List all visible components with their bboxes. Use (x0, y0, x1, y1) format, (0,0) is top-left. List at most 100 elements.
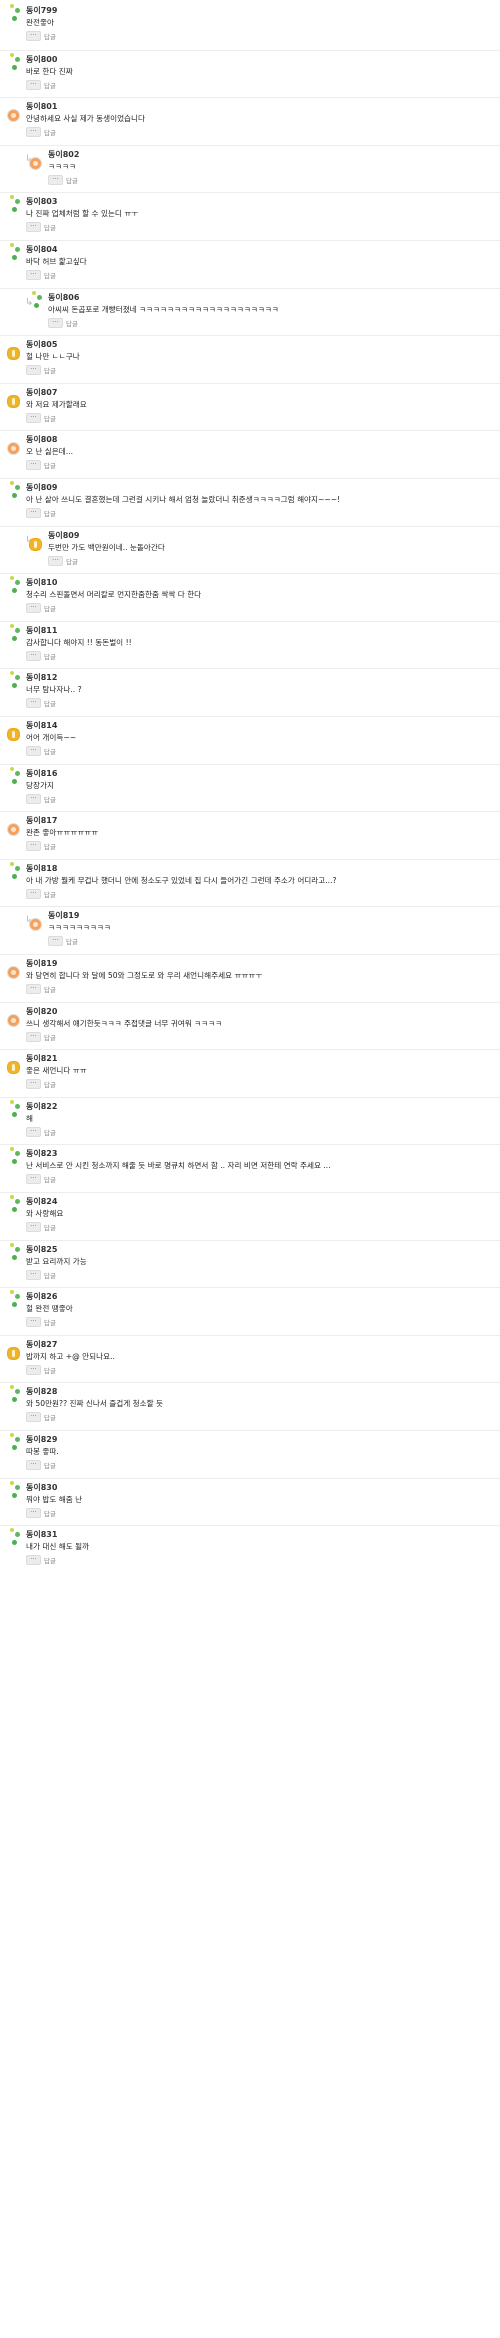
reply-button[interactable]: 답글 (44, 1079, 56, 1089)
more-options-button[interactable]: ··· (26, 698, 41, 708)
avatar-dot (15, 1294, 20, 1299)
more-options-button[interactable]: ··· (26, 1174, 41, 1184)
comment-author: 동이816 (26, 769, 58, 778)
avatar-dot (15, 675, 20, 680)
reply-button[interactable]: 답글 (44, 222, 56, 232)
reply-button[interactable]: 답글 (44, 1222, 56, 1232)
avatar-dot (15, 866, 20, 871)
reply-button[interactable]: 답글 (66, 556, 78, 566)
more-options-button[interactable]: ··· (26, 80, 41, 90)
more-options-button[interactable]: ··· (26, 413, 41, 423)
more-options-button[interactable]: ··· (48, 556, 63, 566)
reply-button[interactable]: 답글 (44, 1032, 56, 1042)
avatar-dot (12, 1159, 17, 1164)
reply-button[interactable]: 답글 (44, 365, 56, 375)
reply-button[interactable]: 답글 (44, 127, 56, 137)
reply-button[interactable]: 답글 (44, 1508, 56, 1518)
more-options-button[interactable]: ··· (26, 841, 41, 851)
reply-button[interactable]: 답글 (44, 651, 56, 661)
reply-button[interactable]: 답글 (44, 508, 56, 518)
more-options-button[interactable]: ··· (26, 1317, 41, 1327)
comment-item: 동이799 완전좋아 ··· 답글 (0, 2, 500, 50)
more-options-button[interactable]: ··· (26, 603, 41, 613)
more-options-button[interactable]: ··· (26, 651, 41, 661)
more-options-button[interactable]: ··· (26, 1127, 41, 1137)
avatar-dot (32, 291, 36, 295)
comment-author: 동이819 (48, 911, 80, 920)
reply-button[interactable]: 답글 (44, 1460, 56, 1470)
reply-button[interactable]: 답글 (44, 841, 56, 851)
reply-button[interactable]: 답글 (44, 889, 56, 899)
comment-author: 동이820 (26, 1007, 58, 1016)
more-options-button[interactable]: ··· (26, 1270, 41, 1280)
comment-author: 동이810 (26, 578, 58, 587)
reply-button[interactable]: 답글 (44, 31, 56, 41)
reply-button[interactable]: 답글 (44, 984, 56, 994)
reply-button[interactable]: 답글 (66, 318, 78, 328)
reply-button[interactable]: 답글 (44, 1174, 56, 1184)
more-options-button[interactable]: ··· (48, 175, 63, 185)
reply-button[interactable]: 답글 (44, 794, 56, 804)
more-options-button[interactable]: ··· (26, 365, 41, 375)
more-options-button[interactable]: ··· (48, 318, 63, 328)
avatar-dot (12, 1397, 17, 1402)
more-options-button[interactable]: ··· (26, 1079, 41, 1089)
avatar-dot (15, 628, 20, 633)
comment-text: 어어 개이득~~ (26, 733, 77, 742)
more-options-button[interactable]: ··· (26, 1222, 41, 1232)
reply-button[interactable]: 답글 (66, 175, 78, 185)
comment-text: 아 내 가방 뭘케 무겁나 했더니 안에 청소도구 있었네 집 다시 들어가긴 … (26, 876, 337, 885)
avatar-dot (10, 1100, 14, 1104)
more-options-button[interactable]: ··· (48, 936, 63, 946)
reply-button[interactable]: 답글 (44, 1365, 56, 1375)
reply-button[interactable]: 답글 (44, 460, 56, 470)
comment-item: 동이831 내가 대신 해도 될까 ··· 답글 (0, 1525, 500, 1574)
comment-text: 완존 좋아ㅠㅠㅠㅠㅠㅠ (26, 828, 99, 837)
more-options-button[interactable]: ··· (26, 31, 41, 41)
more-options-button[interactable]: ··· (26, 889, 41, 899)
more-options-button[interactable]: ··· (26, 508, 41, 518)
comment-author: 동이805 (26, 340, 58, 349)
reply-button[interactable]: 답글 (44, 698, 56, 708)
comment-author: 동이800 (26, 55, 58, 64)
more-options-button[interactable]: ··· (26, 1032, 41, 1042)
comment-author: 동이827 (26, 1340, 58, 1349)
comment-item: 동이816 당장가지 ··· 답글 (0, 764, 500, 813)
avatar-dot (10, 1243, 14, 1247)
more-options-button[interactable]: ··· (26, 1460, 41, 1470)
comment-item: 동이810 청수리 스핀돌면서 머리칼로 먼지한줌한줌 싹싹 다 한다 ··· 답글 (0, 573, 500, 622)
comment-item: 동이800 바로 한다 진짜 ··· 답글 (0, 50, 500, 99)
comment-author: 동이830 (26, 1483, 58, 1492)
more-options-button[interactable]: ··· (26, 1365, 41, 1375)
reply-button[interactable]: 답글 (44, 603, 56, 613)
reply-button[interactable]: 답글 (44, 1412, 56, 1422)
more-options-button[interactable]: ··· (26, 127, 41, 137)
more-options-button[interactable]: ··· (26, 984, 41, 994)
more-options-button[interactable]: ··· (26, 460, 41, 470)
comment-author: 동이799 (26, 6, 58, 15)
reply-button[interactable]: 답글 (66, 936, 78, 946)
avatar-dot (15, 771, 20, 776)
reply-button[interactable]: 답글 (44, 1270, 56, 1280)
more-options-button[interactable]: ··· (26, 222, 41, 232)
reply-button[interactable]: 답글 (44, 413, 56, 423)
more-options-button[interactable]: ··· (26, 1555, 41, 1565)
reply-button[interactable]: 답글 (44, 1317, 56, 1327)
reply-button[interactable]: 답글 (44, 270, 56, 280)
more-options-button[interactable]: ··· (26, 746, 41, 756)
comment-text: 바닥 허브 핥고싶다 (26, 257, 87, 266)
avatar-dot (34, 303, 39, 308)
reply-button[interactable]: 답글 (44, 80, 56, 90)
comment-item: 동이824 와 사랑해요 ··· 답글 (0, 1192, 500, 1241)
reply-button[interactable]: 답글 (44, 1127, 56, 1137)
comment-text: 와 50만원?? 진짜 신나서 즐겁게 청소할 듯 (26, 1399, 163, 1408)
more-options-button[interactable]: ··· (26, 1412, 41, 1422)
more-options-button[interactable]: ··· (26, 270, 41, 280)
more-options-button[interactable]: ··· (26, 1508, 41, 1518)
reply-button[interactable]: 답글 (44, 746, 56, 756)
comment-item: 동이809 아 난 살아 쓰니도 결혼했는데 그런걸 시키나 해서 엄청 놀랐더니… (0, 478, 500, 527)
comment-author: 동이804 (26, 245, 58, 254)
more-options-button[interactable]: ··· (26, 794, 41, 804)
reply-button[interactable]: 답글 (44, 1555, 56, 1565)
comment-text: ㅋㅋㅋㅋ (48, 162, 76, 171)
